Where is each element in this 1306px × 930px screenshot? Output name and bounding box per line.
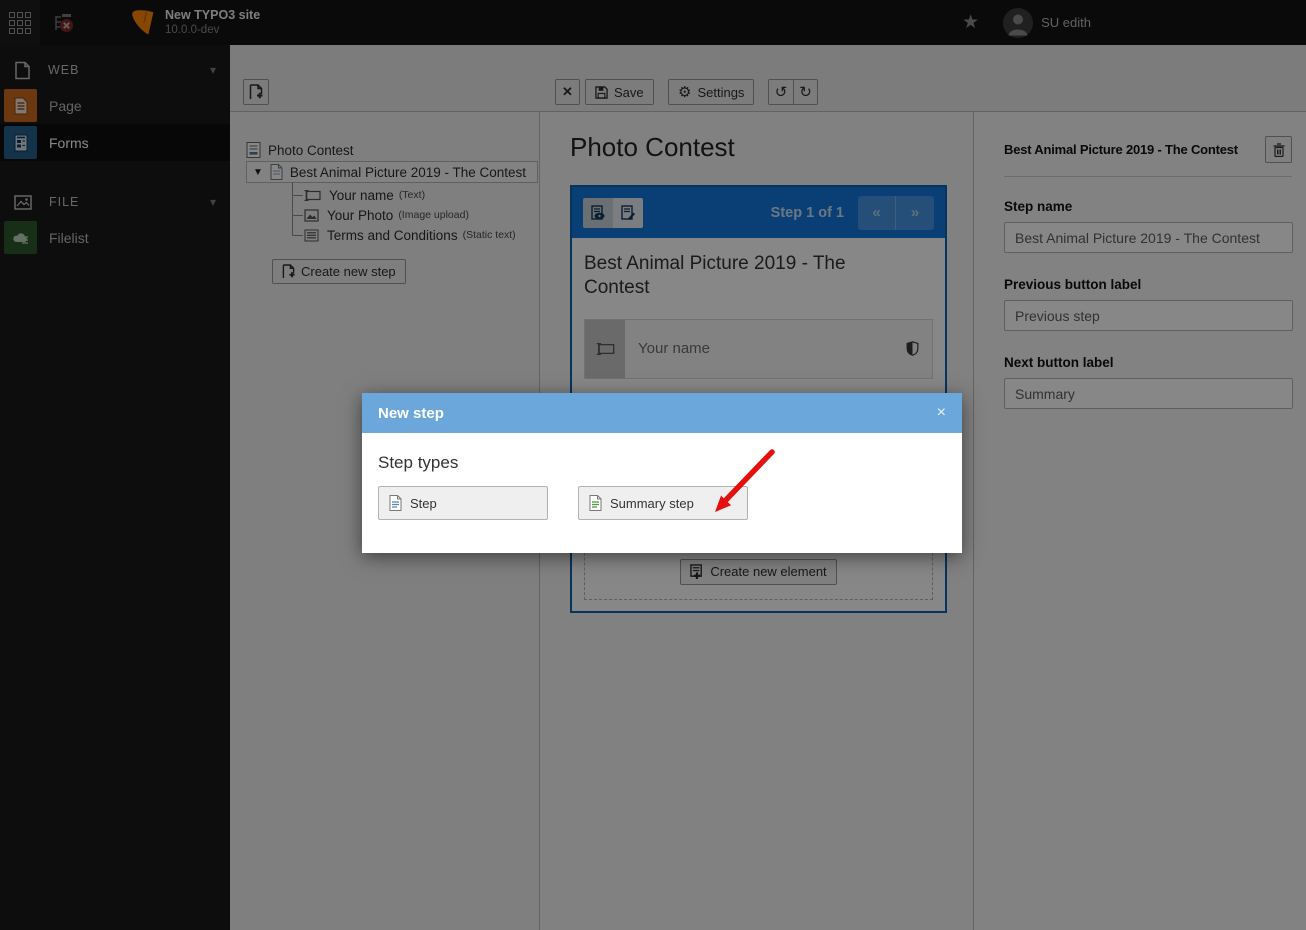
step-types-heading: Step types (378, 453, 946, 473)
step-type-summary-button[interactable]: Summary step (578, 486, 748, 520)
step-type-label: Step (410, 496, 437, 511)
modal-title: New step (378, 405, 444, 422)
summary-step-doc-icon (589, 495, 602, 511)
modal-body: Step types Step (362, 433, 962, 520)
modal-close-icon[interactable]: × (937, 404, 946, 422)
modal-header: New step × (362, 393, 962, 433)
step-type-step-button[interactable]: Step (378, 486, 548, 520)
typo3-backend: New TYPO3 site 10.0.0-dev ★ SU edith WEB (0, 0, 1306, 930)
step-doc-icon (389, 495, 402, 511)
new-step-modal: New step × Step types Step (362, 393, 962, 553)
step-type-label: Summary step (610, 496, 694, 511)
